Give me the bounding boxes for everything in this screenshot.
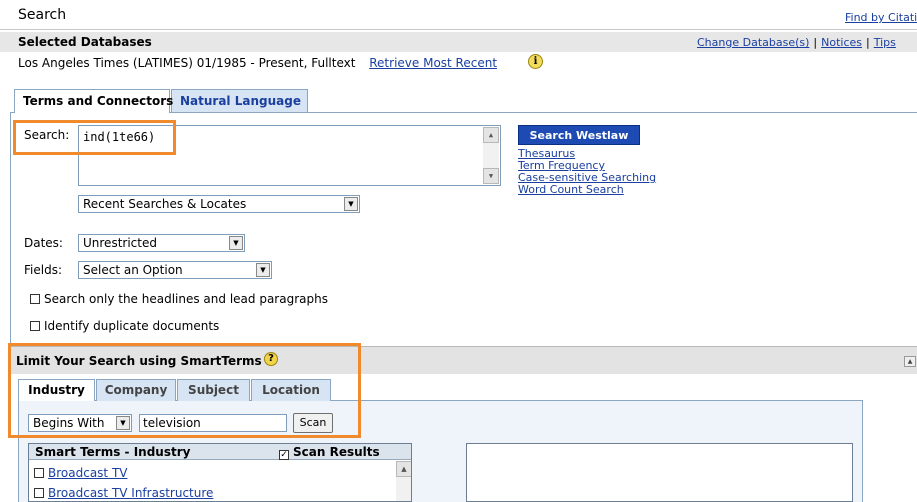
find-by-citation-link[interactable]: Find by Citatio bbox=[845, 11, 917, 24]
search-tools-links: Thesaurus Term Frequency Case-sensitive … bbox=[518, 148, 656, 196]
list-item-checkbox[interactable] bbox=[34, 488, 44, 498]
selected-terms-box[interactable] bbox=[466, 443, 853, 502]
duplicates-option: Identify duplicate documents bbox=[30, 319, 219, 333]
dates-label: Dates: bbox=[24, 236, 63, 250]
selected-databases-bar: Selected Databases Change Database(s) | No… bbox=[0, 32, 917, 52]
smart-terms-scrollbar[interactable]: ▲ bbox=[396, 461, 411, 501]
link-separator: | bbox=[813, 36, 818, 49]
tips-link[interactable]: Tips bbox=[874, 36, 896, 49]
list-item-checkbox[interactable] bbox=[34, 468, 44, 478]
list-item: Broadcast TV Infrastructure bbox=[34, 486, 213, 500]
list-item: Broadcast TV bbox=[34, 466, 127, 480]
recent-searches-value: Recent Searches & Locates bbox=[83, 197, 247, 211]
duplicates-checkbox-label: Identify duplicate documents bbox=[44, 319, 220, 333]
tab-natural-language[interactable]: Natural Language bbox=[171, 89, 308, 113]
page-title: Search bbox=[18, 7, 67, 23]
page-header: Search Find by Citatio bbox=[0, 0, 917, 30]
fields-value: Select an Option bbox=[83, 263, 183, 277]
retrieve-most-recent-link[interactable]: Retrieve Most Recent bbox=[369, 56, 497, 70]
scan-results-option: ✓ Scan Results bbox=[279, 445, 380, 460]
fields-label: Fields: bbox=[24, 263, 62, 277]
word-count-search-link[interactable]: Word Count Search bbox=[518, 184, 656, 196]
headlines-option: Search only the headlines and lead parag… bbox=[30, 292, 328, 306]
smart-terms-list-title: Smart Terms - Industry bbox=[35, 445, 191, 459]
smartterms-highlight-box bbox=[8, 343, 361, 438]
headlines-checkbox[interactable] bbox=[30, 294, 40, 304]
change-database-link[interactable]: Change Database(s) bbox=[697, 36, 809, 49]
scroll-down-icon[interactable]: ▼ bbox=[483, 168, 499, 184]
scan-results-checkbox[interactable]: ✓ bbox=[279, 450, 289, 460]
list-item-link[interactable]: Broadcast TV Infrastructure bbox=[48, 486, 213, 500]
search-westlaw-button[interactable]: Search Westlaw bbox=[518, 125, 640, 145]
tab-terms-and-connectors[interactable]: Terms and Connectors bbox=[14, 89, 173, 113]
dropdown-arrow-icon: ▼ bbox=[344, 197, 358, 211]
recent-searches-select[interactable]: Recent Searches & Locates ▼ bbox=[78, 195, 360, 213]
headlines-checkbox-label: Search only the headlines and lead parag… bbox=[44, 292, 328, 306]
search-highlight-box bbox=[13, 120, 176, 155]
scroll-up-icon[interactable]: ▲ bbox=[483, 127, 499, 143]
link-separator: | bbox=[866, 36, 870, 49]
selected-databases-label: Selected Databases bbox=[18, 35, 152, 49]
scroll-up-icon[interactable]: ▲ bbox=[396, 461, 411, 477]
dates-select[interactable]: Unrestricted ▼ bbox=[78, 234, 245, 252]
scan-results-label: Scan Results bbox=[293, 445, 380, 459]
smart-terms-list: Smart Terms - Industry ✓ Scan Results Bro… bbox=[28, 443, 412, 502]
database-links: Change Database(s) | Notices | Tips bbox=[697, 36, 896, 49]
collapse-icon[interactable]: ▲ bbox=[904, 356, 916, 367]
search-textarea-scrollbar[interactable]: ▲ ▼ bbox=[483, 127, 499, 184]
database-info-line: Los Angeles Times (LATIMES) 01/1985 - Pr… bbox=[18, 56, 497, 70]
smart-terms-list-header: Smart Terms - Industry ✓ Scan Results bbox=[29, 444, 411, 460]
notices-link[interactable]: Notices bbox=[821, 36, 862, 49]
database-description: Los Angeles Times (LATIMES) 01/1985 - Pr… bbox=[18, 56, 356, 70]
list-item-link[interactable]: Broadcast TV bbox=[48, 466, 127, 480]
dropdown-arrow-icon: ▼ bbox=[229, 236, 243, 250]
dates-value: Unrestricted bbox=[83, 236, 157, 250]
fields-select[interactable]: Select an Option ▼ bbox=[78, 261, 272, 279]
dropdown-arrow-icon: ▼ bbox=[256, 263, 270, 277]
duplicates-checkbox[interactable] bbox=[30, 321, 40, 331]
info-icon[interactable]: i bbox=[528, 54, 543, 69]
